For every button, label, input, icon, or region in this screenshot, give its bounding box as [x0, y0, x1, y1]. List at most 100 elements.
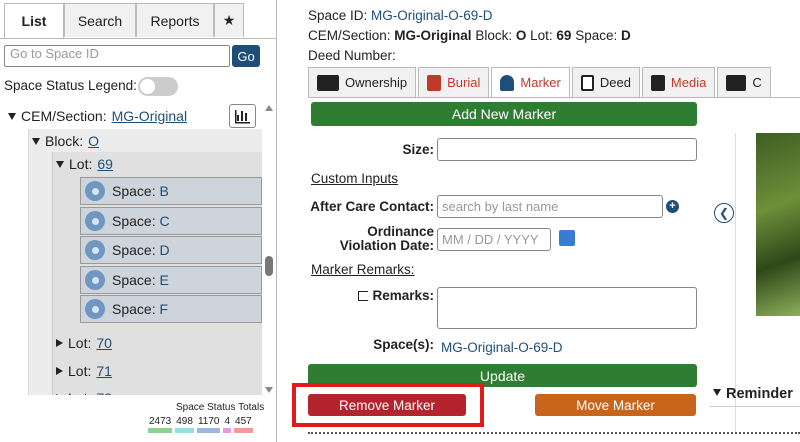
chart-button[interactable]: [229, 104, 256, 128]
expand-icon[interactable]: [32, 137, 40, 145]
tab-label: Marker: [520, 75, 561, 90]
tree-lot-row[interactable]: Lot: 71: [56, 363, 112, 379]
size-label: Size:: [402, 142, 434, 157]
status-legend-toggle[interactable]: [138, 77, 178, 96]
space-label: Space:: [112, 272, 156, 288]
tree-lot-row[interactable]: Lot: 72: [56, 390, 112, 395]
block-label: Block:: [475, 28, 513, 43]
space-link[interactable]: E: [159, 272, 168, 288]
document-icon: [580, 74, 594, 91]
tab-marker[interactable]: Marker: [491, 67, 570, 97]
lot-label: Lot:: [69, 156, 93, 172]
total-status-4: 4: [223, 416, 232, 433]
location-line: CEM/Section: MG-Original Block: O Lot: 6…: [308, 28, 631, 43]
space-row[interactable]: Space: C: [80, 207, 262, 235]
map-pin-icon: [85, 181, 105, 201]
expand-icon[interactable]: [8, 112, 16, 120]
lot-link[interactable]: 72: [96, 390, 112, 395]
lot-label: Lot:: [530, 28, 553, 43]
right-panel: Space ID: MG-Original-O-69-D CEM/Section…: [278, 0, 800, 442]
go-button[interactable]: Go: [232, 45, 260, 67]
tab-list[interactable]: List: [4, 3, 64, 39]
scroll-thumb[interactable]: [265, 256, 273, 276]
space-value: D: [621, 28, 631, 43]
ordinance-label: Ordinance: [367, 224, 434, 239]
tree-lot-row[interactable]: Lot: 70: [56, 335, 112, 351]
tree-cem-row[interactable]: CEM/Section: MG-Original: [8, 108, 187, 124]
tab-label: Deed: [599, 75, 631, 90]
left-tabs: List Search Reports ★: [4, 3, 244, 39]
space-row[interactable]: Space: B: [80, 177, 262, 205]
lot-label: Lot:: [68, 390, 91, 395]
map-pin-icon: [85, 211, 105, 231]
tab-media[interactable]: Media: [641, 67, 716, 97]
after-care-search-input[interactable]: search by last name: [437, 195, 663, 218]
move-marker-button[interactable]: Move Marker: [535, 394, 696, 416]
goto-space-input[interactable]: Go to Space ID: [4, 45, 230, 67]
tab-more[interactable]: C: [717, 67, 771, 97]
add-new-marker-button[interactable]: Add New Marker: [311, 102, 697, 126]
bar-chart-icon: [235, 110, 250, 124]
tab-burial[interactable]: Burial: [418, 67, 490, 97]
image-file-icon: [650, 74, 665, 91]
block-link[interactable]: O: [88, 133, 99, 149]
tab-ownership[interactable]: Ownership: [308, 67, 417, 97]
violation-date-input[interactable]: MM / DD / YYYY: [437, 228, 551, 251]
chevron-left-icon[interactable]: ❮: [714, 203, 734, 223]
custom-inputs-heading: Custom Inputs: [311, 171, 399, 186]
calendar-icon[interactable]: [559, 230, 575, 246]
collapse-icon[interactable]: [56, 394, 63, 395]
size-field[interactable]: [437, 138, 697, 161]
total-status-5: 457: [234, 416, 253, 433]
space-row[interactable]: Space: E: [80, 266, 262, 294]
scroll-up-icon[interactable]: [265, 105, 273, 111]
space-label: Space:: [112, 183, 156, 199]
lot-value: 69: [556, 28, 572, 43]
expand-icon[interactable]: [713, 389, 721, 396]
tab-label: C: [752, 75, 762, 90]
reminder-section[interactable]: Reminder: [713, 386, 793, 402]
toggle-knob: [140, 79, 155, 94]
space-id-label: Space ID:: [308, 8, 368, 23]
space-link[interactable]: B: [159, 183, 168, 199]
cem-link[interactable]: MG-Original: [112, 108, 187, 124]
marker-photo[interactable]: [756, 133, 800, 316]
headstone-icon: [500, 74, 515, 91]
total-available: 2473: [148, 416, 173, 433]
spaces-value: MG-Original-O-69-D: [441, 340, 563, 355]
space-link[interactable]: C: [159, 213, 169, 229]
left-panel: List Search Reports ★ Go to Space ID Go …: [0, 0, 277, 442]
lot-label: Lot:: [68, 363, 92, 379]
lot-link[interactable]: 70: [96, 335, 112, 351]
collapse-icon[interactable]: [56, 339, 63, 347]
tree-scrollbar[interactable]: [262, 103, 276, 395]
total-status-3: 1170: [196, 416, 221, 433]
tab-reports[interactable]: Reports: [136, 3, 214, 37]
tree-lot-row[interactable]: Lot: 69: [56, 156, 113, 172]
map-pin-icon: [85, 240, 105, 260]
tab-label: Burial: [447, 75, 481, 90]
space-link[interactable]: F: [159, 301, 168, 317]
violation-date-label: Violation Date:: [339, 238, 434, 253]
tab-label: Media: [670, 75, 707, 90]
remarks-textarea[interactable]: [437, 287, 697, 329]
expand-icon[interactable]: [56, 160, 64, 168]
remove-marker-button[interactable]: Remove Marker: [308, 394, 466, 416]
lot-link[interactable]: 69: [97, 156, 113, 172]
space-row[interactable]: Space: F: [80, 295, 262, 323]
tab-deed[interactable]: Deed: [571, 67, 640, 97]
tree-block-row[interactable]: Block: O: [32, 133, 99, 149]
space-label: Space:: [112, 242, 156, 258]
collapse-icon[interactable]: [56, 367, 63, 375]
lot-link[interactable]: 71: [96, 363, 112, 379]
add-contact-icon[interactable]: +: [666, 200, 679, 213]
block-value: O: [515, 28, 527, 43]
tab-search[interactable]: Search: [64, 3, 136, 37]
space-row[interactable]: Space: D: [80, 236, 262, 264]
scroll-down-icon[interactable]: [265, 387, 273, 393]
space-link[interactable]: D: [159, 242, 169, 258]
tabs-divider: [0, 38, 277, 39]
tab-favorites[interactable]: ★: [214, 3, 244, 37]
dotted-divider: [308, 432, 800, 434]
money-icon: [726, 74, 747, 91]
